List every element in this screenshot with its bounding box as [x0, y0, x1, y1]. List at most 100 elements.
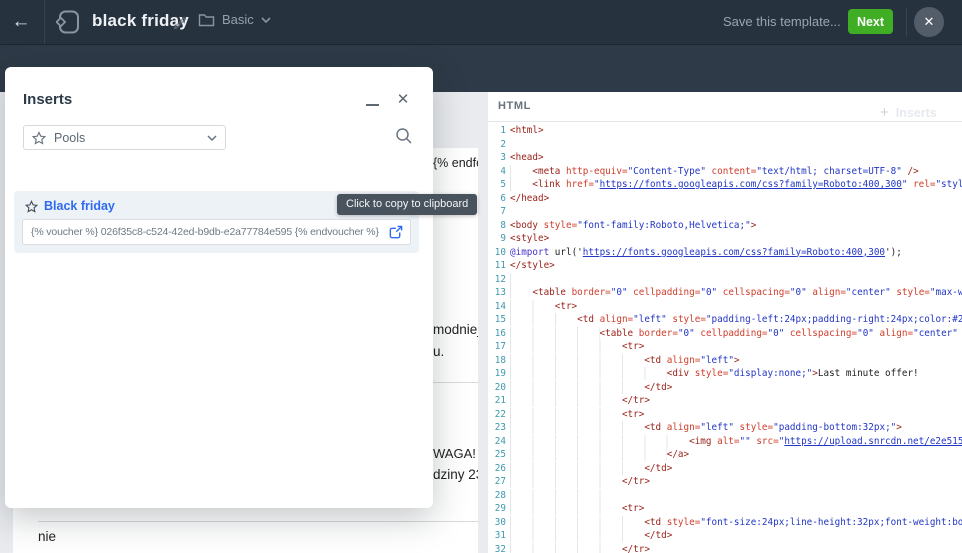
- line-number: 18: [494, 354, 506, 366]
- code-line[interactable]: 8 <body style="font-family:Roboto,Helveti…: [488, 219, 962, 233]
- indent-guides: [510, 272, 533, 286]
- star-icon: [25, 199, 38, 213]
- line-number: 15: [494, 314, 506, 325]
- modal-title: Inserts: [23, 91, 73, 108]
- code-line[interactable]: 16 <table border="0" cellpadding="0" cell…: [488, 326, 962, 341]
- code-line[interactable]: 9 <style>: [488, 232, 962, 246]
- line-number: 16: [494, 327, 506, 339]
- folder-label: Basic: [222, 12, 254, 27]
- inserts-button-label: Inserts: [895, 105, 937, 120]
- minimize-icon: [366, 104, 379, 106]
- line-number: 21: [494, 395, 506, 406]
- preview-divider: [38, 521, 478, 522]
- indent-guides: [510, 475, 622, 488]
- code-line[interactable]: 26 </td>: [488, 461, 962, 476]
- copy-to-clipboard-button[interactable]: [388, 222, 410, 242]
- preview-text-fragment: WAGA!: [433, 446, 476, 461]
- code-line[interactable]: 14 <tr>: [488, 299, 962, 314]
- indent-guides: [510, 515, 645, 529]
- code-line[interactable]: 11 </style>: [488, 259, 962, 273]
- indent-guides: [510, 434, 690, 448]
- indent-guides: [510, 421, 645, 434]
- code-line[interactable]: 5 <link href="https://fonts.googleapis.co…: [488, 178, 962, 192]
- pools-dropdown[interactable]: Pools: [23, 125, 226, 150]
- code-line[interactable]: 23 <td align="left" style="padding-bottom…: [488, 421, 962, 435]
- code-line[interactable]: 22 <tr>: [488, 407, 962, 422]
- top-bar: ← black friday Basic Save this template.…: [0, 0, 962, 44]
- code-line[interactable]: 10 @import url('https://fonts.googleapis.…: [488, 246, 962, 260]
- code-line[interactable]: 13 <table border="0" cellpadding="0" cell…: [488, 286, 962, 300]
- html-code-panel: HTML 1 <html> 2 3 <head> 4 <meta http-equiv="C…: [488, 92, 962, 553]
- code-line[interactable]: 27 </tr>: [488, 475, 962, 489]
- code-line[interactable]: 7: [488, 205, 962, 219]
- line-number: 26: [494, 462, 506, 474]
- preview-text-fragment: modniej: [433, 322, 478, 337]
- folder-icon: [198, 13, 215, 27]
- code-line[interactable]: 1 <html>: [488, 124, 962, 138]
- code-line[interactable]: 20 </td>: [488, 380, 962, 395]
- code-line[interactable]: 2: [488, 138, 962, 152]
- indent-guides: [510, 502, 622, 515]
- indent-guides: [510, 367, 667, 380]
- line-number: 6: [500, 192, 506, 204]
- save-template-dropdown[interactable]: Save this template...: [723, 14, 859, 29]
- line-number: 30: [494, 516, 506, 528]
- line-number: 27: [494, 476, 506, 487]
- line-number: 31: [494, 530, 506, 541]
- indent-guides: [510, 286, 533, 299]
- back-button[interactable]: ←: [8, 9, 34, 35]
- plus-icon: +: [880, 104, 889, 121]
- code-line[interactable]: 3 <head>: [488, 151, 962, 165]
- code-line[interactable]: 18 <td align="left">: [488, 353, 962, 368]
- code-line[interactable]: 25 </a>: [488, 448, 962, 462]
- code-line[interactable]: 31 </td>: [488, 529, 962, 543]
- code-line[interactable]: 4 <meta http-equiv="Content-Type" content…: [488, 164, 962, 179]
- code-line[interactable]: 24 <img alt="" src="https://upload.snrcdn…: [488, 434, 962, 449]
- line-number: 28: [494, 489, 506, 501]
- code-line[interactable]: 19 <div style="display:none;">Last minute…: [488, 367, 962, 381]
- line-number: 10: [494, 246, 506, 258]
- line-number: 9: [500, 233, 506, 244]
- line-number: 7: [500, 206, 506, 217]
- folder-selector[interactable]: Basic: [198, 12, 271, 27]
- line-number: 19: [494, 368, 506, 379]
- line-number: 29: [494, 503, 506, 514]
- line-number: 3: [500, 152, 506, 163]
- line-number: 11: [494, 260, 506, 271]
- code-line[interactable]: 29 <tr>: [488, 502, 962, 516]
- indent-guides: [510, 542, 622, 553]
- pools-dropdown-label: Pools: [54, 130, 86, 145]
- preview-text-fragment: dziny 23: [433, 467, 478, 482]
- chevron-down-icon: [261, 16, 271, 23]
- code-line[interactable]: 21 </tr>: [488, 394, 962, 408]
- code-line[interactable]: 17 <tr>: [488, 340, 962, 354]
- code-line[interactable]: 15 <td align="left" style="padding-left:2…: [488, 313, 962, 327]
- line-number: 1: [500, 125, 506, 136]
- modal-close-button[interactable]: ✕: [392, 89, 414, 111]
- indent-guides: [510, 313, 578, 326]
- divider: [44, 0, 45, 44]
- code-panel-title: HTML: [498, 100, 531, 112]
- code-line[interactable]: 6 </head>: [488, 192, 962, 206]
- code-line[interactable]: 30 <td style="font-size:24px;line-height:…: [488, 515, 962, 530]
- line-number: 32: [494, 543, 506, 553]
- line-number: 4: [500, 165, 506, 177]
- next-button[interactable]: Next: [848, 9, 893, 34]
- code-line[interactable]: 12: [488, 272, 962, 287]
- indent-guides: [510, 178, 533, 191]
- divider: [906, 8, 907, 36]
- pool-name-link[interactable]: Black friday: [44, 199, 115, 213]
- inserts-button[interactable]: + Inserts: [880, 104, 937, 121]
- edit-title-icon[interactable]: [172, 14, 188, 30]
- code-line[interactable]: 28: [488, 488, 962, 503]
- save-template-label: Save this template...: [723, 14, 841, 29]
- close-editor-button[interactable]: ✕: [914, 7, 944, 37]
- search-button[interactable]: [395, 127, 415, 147]
- code-editor[interactable]: 1 <html> 2 3 <head> 4 <meta http-equiv="Conten…: [488, 124, 962, 553]
- minimize-button[interactable]: [363, 93, 383, 113]
- indent-guides: [510, 529, 645, 542]
- copy-tooltip: Click to copy to clipboard: [337, 194, 478, 215]
- line-number: 8: [500, 219, 506, 231]
- voucher-code-input[interactable]: [23, 220, 388, 244]
- code-line[interactable]: 32 </tr>: [488, 542, 962, 553]
